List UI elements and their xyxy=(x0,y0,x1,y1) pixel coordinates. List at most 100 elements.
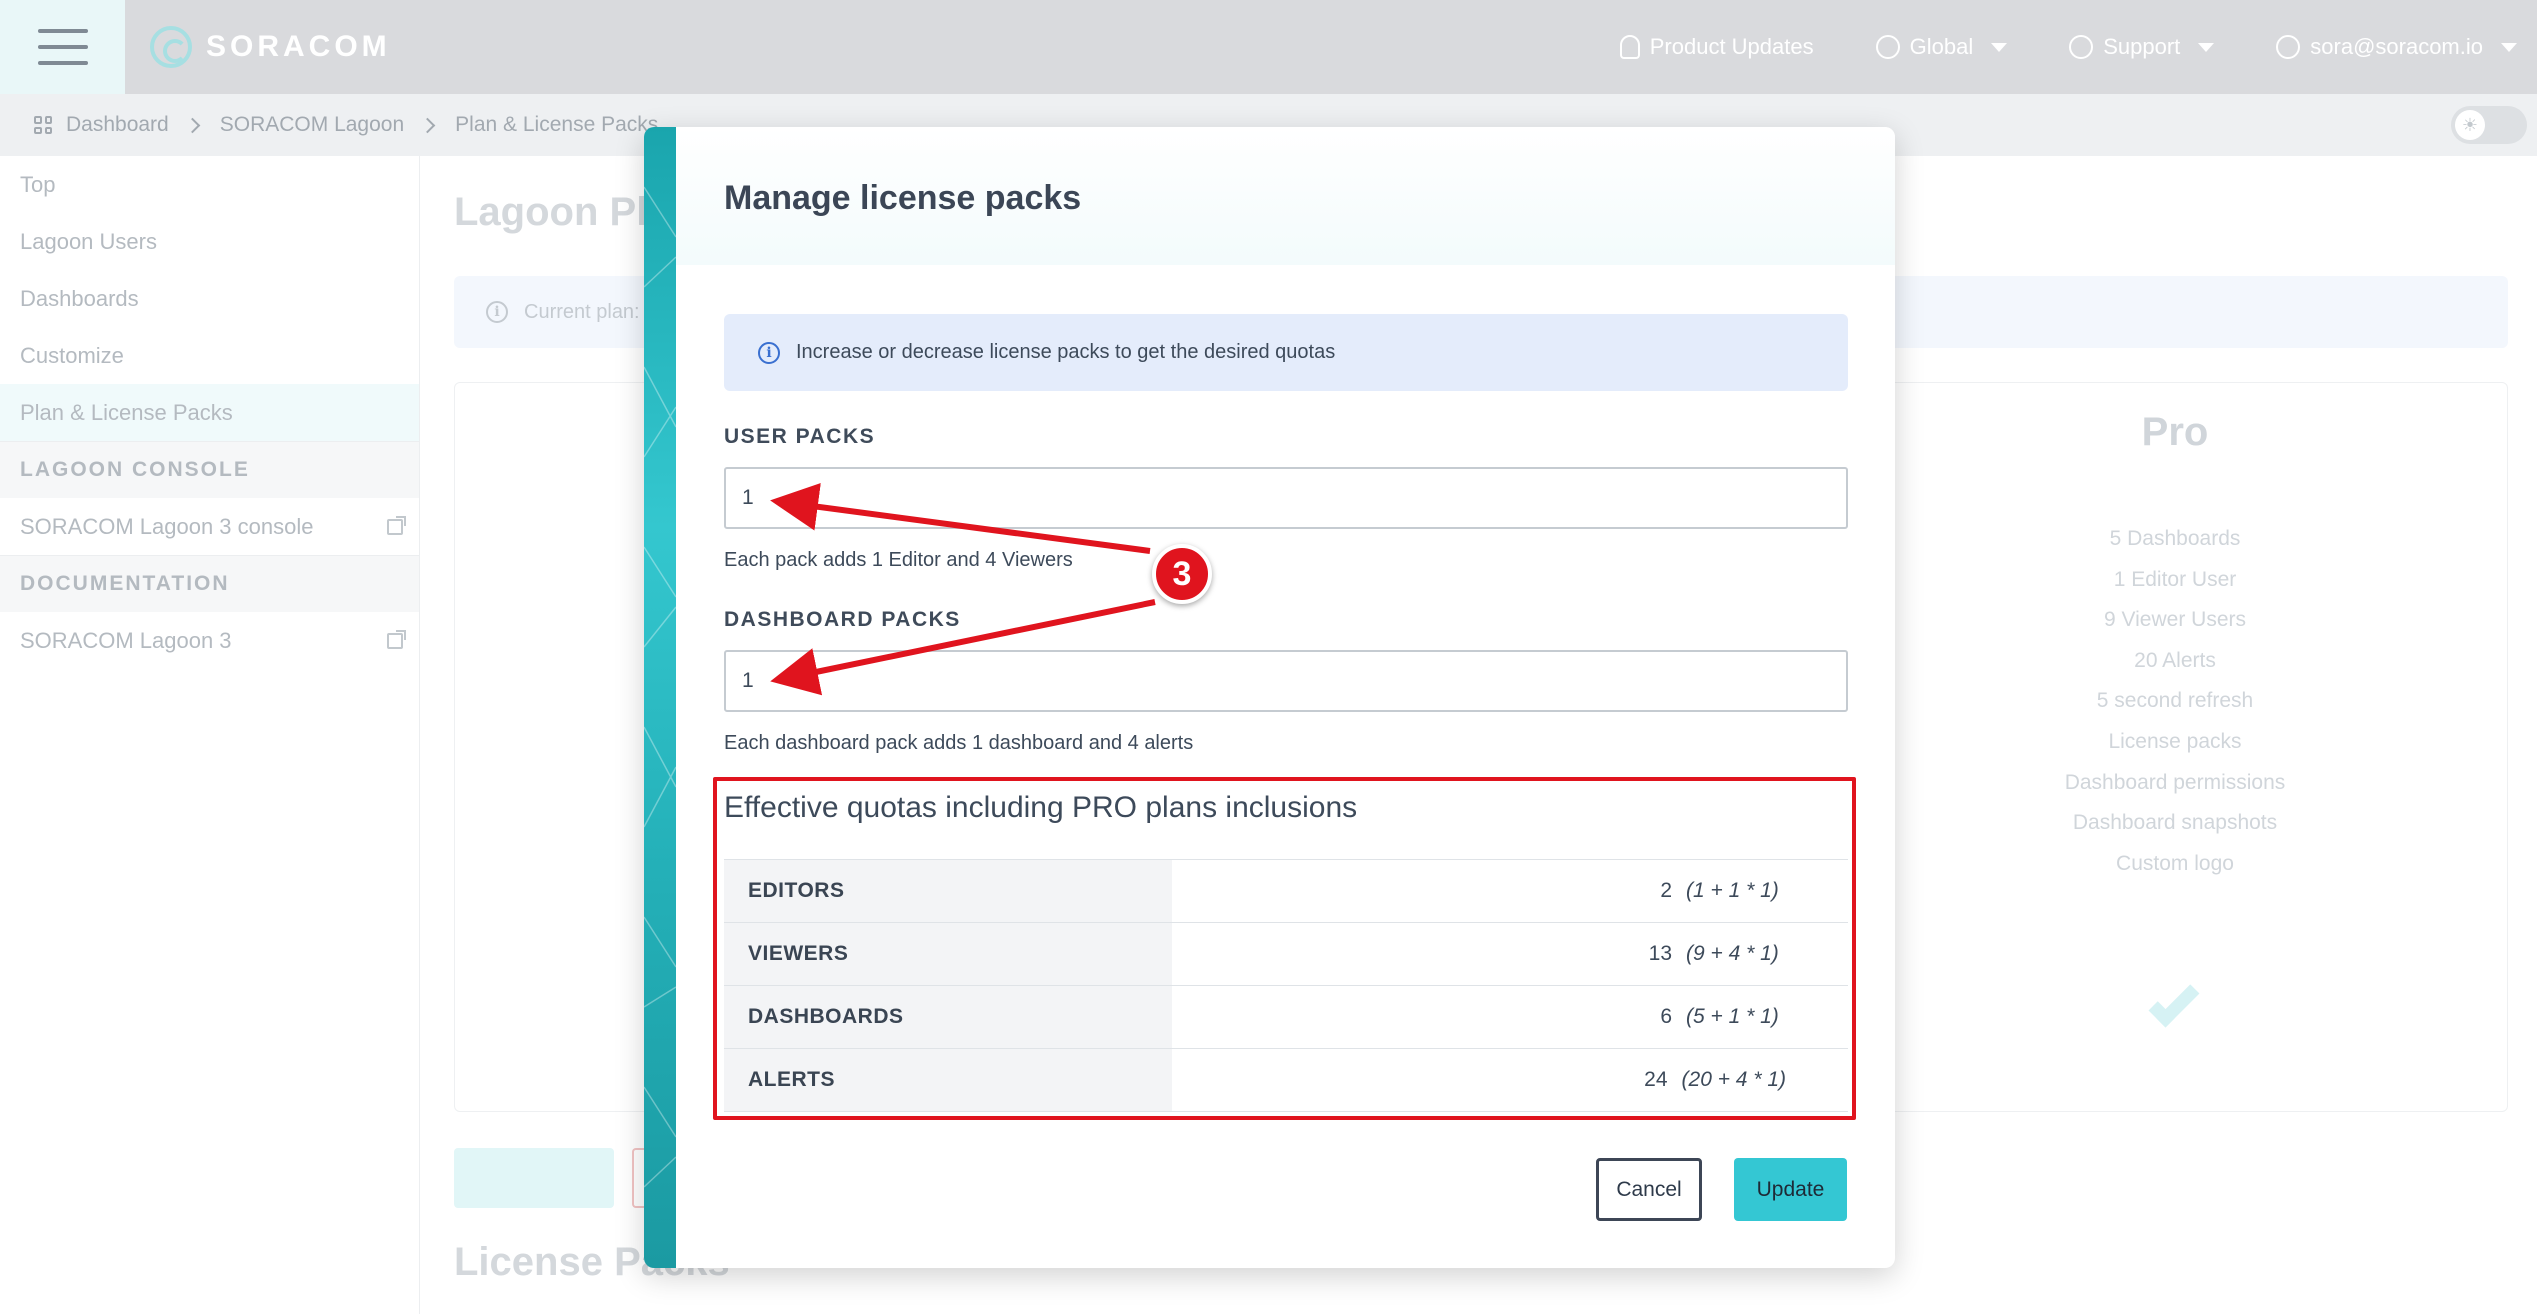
quota-formula: (20 + 4 * 1) xyxy=(1681,1068,1786,1091)
external-link-icon xyxy=(387,515,406,535)
quota-value: 13 xyxy=(1648,942,1672,965)
pro-feature: Dashboard permissions xyxy=(2064,770,2286,794)
dashboard-packs-label: DASHBOARD PACKS xyxy=(724,608,961,631)
global-dropdown[interactable]: Global xyxy=(1875,34,2008,60)
user-packs-help: Each pack adds 1 Editor and 4 Viewers xyxy=(724,549,1073,571)
manage-license-packs-modal: Manage license packs i Increase or decre… xyxy=(644,127,1895,1268)
quota-label: DASHBOARDS xyxy=(724,985,1172,1049)
info-alert: i Increase or decrease license packs to … xyxy=(724,314,1848,391)
sidebar-item-label: Lagoon Users xyxy=(20,228,157,254)
pro-feature: 5 Dashboards xyxy=(2109,527,2241,550)
sidebar-item-label: Plan & License Packs xyxy=(20,399,233,425)
caret-down-icon xyxy=(2501,42,2517,52)
pro-feature: 9 Viewer Users xyxy=(2104,608,2246,632)
user-menu-dropdown[interactable]: sora@soracom.io xyxy=(2276,34,2517,60)
quota-formula: (5 + 1 * 1) xyxy=(1686,1005,1779,1028)
dashboard-packs-help: Each dashboard pack adds 1 dashboard and… xyxy=(724,732,1194,754)
breadcrumb-dashboard[interactable]: Dashboard xyxy=(66,113,169,137)
quota-label: ALERTS xyxy=(724,1048,1172,1112)
sidebar-item-dashboards[interactable]: Dashboards xyxy=(0,270,419,327)
stripe-pattern xyxy=(644,186,676,1188)
external-link-icon xyxy=(387,629,406,649)
sidebar-item-label: SORACOM Lagoon 3 xyxy=(20,627,232,653)
theme-toggle[interactable]: ☀ xyxy=(2451,106,2527,144)
background-button xyxy=(454,1148,614,1208)
dashboard-grid-icon xyxy=(34,116,52,134)
user-packs-input[interactable] xyxy=(724,467,1848,529)
sidebar-item-docs-link[interactable]: SORACOM Lagoon 3 xyxy=(0,612,419,669)
sidebar-item-label: Top xyxy=(20,171,56,197)
quota-title: Effective quotas including PRO plans inc… xyxy=(724,791,1358,824)
sidebar-item-label: Customize xyxy=(20,342,124,368)
sidebar-item-top[interactable]: Top xyxy=(0,156,419,213)
sidebar: Top Lagoon Users Dashboards Customize Pl… xyxy=(0,156,420,1314)
menu-toggle-button[interactable] xyxy=(0,0,125,94)
header-nav: Product Updates Global Support sora@sora… xyxy=(1619,0,2537,94)
user-circle-icon xyxy=(2276,35,2301,59)
pro-plan-title: Pro xyxy=(2141,410,2209,454)
quota-value-cell: 2 (1 + 1 * 1) xyxy=(1172,859,1848,923)
dashboard-packs-input[interactable] xyxy=(724,650,1848,712)
pro-feature: 1 Editor User xyxy=(2113,567,2237,591)
sidebar-section-lagoon-console: LAGOON CONSOLE xyxy=(0,441,419,498)
product-updates-link[interactable]: Product Updates xyxy=(1619,34,1814,60)
pro-plan-column: Pro 5 Dashboards 1 Editor User 9 Viewer … xyxy=(2020,410,2330,884)
top-header: SORACOM Product Updates Global Support s… xyxy=(0,0,2537,94)
breadcrumb-soracom-lagoon[interactable]: SORACOM Lagoon xyxy=(220,113,404,137)
update-button[interactable]: Update xyxy=(1734,1158,1847,1221)
cancel-button[interactable]: Cancel xyxy=(1596,1158,1702,1221)
chevron-right-icon xyxy=(184,117,201,133)
pro-feature: Custom logo xyxy=(2116,851,2234,875)
quota-value: 24 xyxy=(1644,1068,1668,1091)
quota-table: EDITORS 2 (1 + 1 * 1) VIEWERS 13 (9 + 4 * … xyxy=(724,859,1848,1112)
quota-label: VIEWERS xyxy=(724,922,1172,986)
quota-value-cell: 6 (5 + 1 * 1) xyxy=(1172,985,1848,1049)
chevron-right-icon xyxy=(419,117,436,133)
page-title: Lagoon Pla xyxy=(454,190,670,234)
breadcrumb: Dashboard SORACOM Lagoon Plan & License … xyxy=(34,94,658,156)
step-number-badge: 3 xyxy=(1152,544,1212,604)
lifebuoy-icon xyxy=(2069,35,2094,59)
soracom-logo[interactable]: SORACOM xyxy=(150,24,391,70)
sidebar-item-customize[interactable]: Customize xyxy=(0,327,419,384)
quota-formula: (9 + 4 * 1) xyxy=(1686,942,1779,965)
sidebar-item-label: SORACOM Lagoon 3 console xyxy=(20,513,314,539)
modal-decor-stripe xyxy=(644,127,676,1268)
sidebar-item-lagoon-users[interactable]: Lagoon Users xyxy=(0,213,419,270)
quota-value-cell: 24 (20 + 4 * 1) xyxy=(1172,1048,1848,1112)
sidebar-item-lagoon-console-link[interactable]: SORACOM Lagoon 3 console xyxy=(0,498,419,555)
pro-feature: License packs xyxy=(2108,729,2242,753)
quota-formula: (1 + 1 * 1) xyxy=(1686,879,1779,902)
quota-value: 2 xyxy=(1660,879,1672,902)
quota-label: EDITORS xyxy=(724,859,1172,923)
pro-feature: Dashboard snapshots xyxy=(2072,811,2278,835)
user-packs-label: USER PACKS xyxy=(724,425,876,448)
info-icon: i xyxy=(486,301,508,323)
hamburger-icon xyxy=(37,29,88,65)
support-dropdown[interactable]: Support xyxy=(2069,34,2215,60)
caret-down-icon xyxy=(2198,42,2215,52)
info-icon: i xyxy=(758,341,780,364)
sidebar-item-plan-license-packs[interactable]: Plan & License Packs xyxy=(0,384,419,441)
info-alert-text: Increase or decrease license packs to ge… xyxy=(796,341,1336,363)
product-updates-label: Product Updates xyxy=(1649,34,1814,59)
current-plan-label: Current plan: xyxy=(524,300,640,323)
caret-down-icon xyxy=(1991,42,2008,52)
table-row: ALERTS 24 (20 + 4 * 1) xyxy=(724,1048,1848,1112)
sidebar-item-label: Dashboards xyxy=(20,285,139,311)
globe-icon xyxy=(1875,35,1900,59)
pro-feature: 5 second refresh xyxy=(2096,689,2254,713)
global-label: Global xyxy=(1909,34,1974,59)
table-row: EDITORS 2 (1 + 1 * 1) xyxy=(724,859,1848,923)
table-row: VIEWERS 13 (9 + 4 * 1) xyxy=(724,922,1848,986)
quota-value-cell: 13 (9 + 4 * 1) xyxy=(1172,922,1848,986)
table-row: DASHBOARDS 6 (5 + 1 * 1) xyxy=(724,985,1848,1049)
pro-feature: 20 Alerts xyxy=(2134,648,2216,672)
soracom-logo-icon xyxy=(150,26,192,68)
sidebar-section-documentation: DOCUMENTATION xyxy=(0,555,419,612)
user-email: sora@soracom.io xyxy=(2310,34,2483,59)
quota-value: 6 xyxy=(1660,1005,1672,1028)
brand-name: SORACOM xyxy=(206,30,391,63)
modal-title: Manage license packs xyxy=(724,179,1082,217)
support-label: Support xyxy=(2103,34,2181,59)
